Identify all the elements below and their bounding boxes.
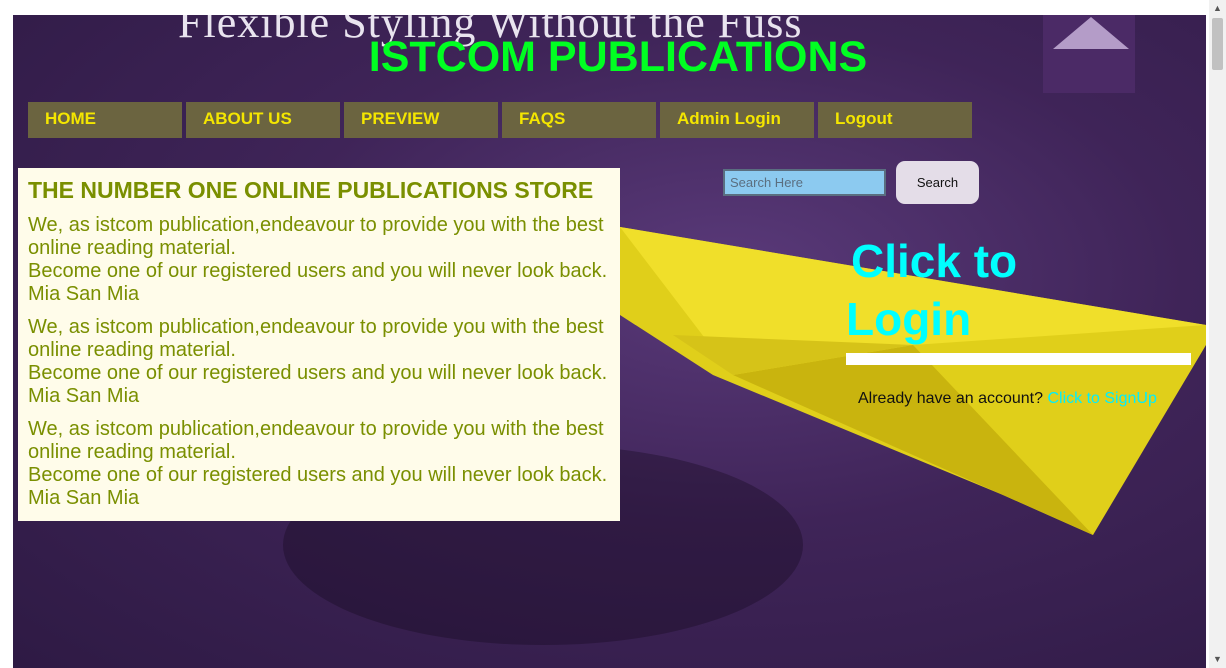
login-heading-line1[interactable]: Click to — [851, 232, 1091, 290]
paragraph-invite: Become one of our registered users and y… — [28, 260, 608, 282]
content-paragraph: We, as istcom publication,endeavour to p… — [28, 316, 610, 408]
scrollbar-thumb[interactable] — [1212, 18, 1223, 70]
site-title: ISTCOM PUBLICATIONS — [368, 33, 868, 81]
signup-link[interactable]: Click to SignUp — [1047, 390, 1156, 407]
paragraph-invite: Become one of our registered users and y… — [28, 464, 608, 486]
nav-preview[interactable]: PREVIEW — [344, 102, 498, 138]
paragraph-motto: Mia San Mia — [28, 385, 140, 407]
content-paragraph: We, as istcom publication,endeavour to p… — [28, 214, 610, 306]
main-navigation: HOME ABOUT US PREVIEW FAQS Admin Login L… — [28, 102, 976, 138]
paragraph-motto: Mia San Mia — [28, 487, 140, 509]
scroll-down-arrow-icon[interactable]: ▼ — [1209, 651, 1226, 668]
account-prompt: Already have an account? Click to SignUp — [858, 390, 1157, 408]
paragraph-intro: We, as istcom publication,endeavour to p… — [28, 418, 604, 463]
paragraph-intro: We, as istcom publication,endeavour to p… — [28, 214, 604, 259]
page-background: Flexible Styling Without the Fuss ISTCOM… — [13, 15, 1206, 668]
content-heading: THE NUMBER ONE ONLINE PUBLICATIONS STORE — [28, 177, 594, 203]
paragraph-intro: We, as istcom publication,endeavour to p… — [28, 316, 604, 361]
search-input[interactable] — [723, 169, 886, 196]
login-link-heading[interactable]: Click to Login — [846, 232, 1091, 348]
paragraph-invite: Become one of our registered users and y… — [28, 362, 608, 384]
login-heading-line2[interactable]: Login — [846, 290, 1091, 348]
nav-faqs[interactable]: FAQS — [502, 102, 656, 138]
content-paragraph: We, as istcom publication,endeavour to p… — [28, 418, 610, 510]
scroll-up-arrow-icon[interactable]: ▲ — [1209, 0, 1226, 17]
content-panel: THE NUMBER ONE ONLINE PUBLICATIONS STORE… — [18, 168, 620, 521]
nav-home[interactable]: HOME — [28, 102, 182, 138]
divider-bar — [846, 353, 1191, 365]
nav-logout[interactable]: Logout — [818, 102, 972, 138]
vertical-scrollbar[interactable]: ▲ ▼ — [1209, 0, 1226, 668]
nav-about-us[interactable]: ABOUT US — [186, 102, 340, 138]
account-text: Already have an account? — [858, 390, 1044, 407]
search-button[interactable]: Search — [896, 161, 979, 204]
nav-admin-login[interactable]: Admin Login — [660, 102, 814, 138]
paragraph-motto: Mia San Mia — [28, 283, 140, 305]
